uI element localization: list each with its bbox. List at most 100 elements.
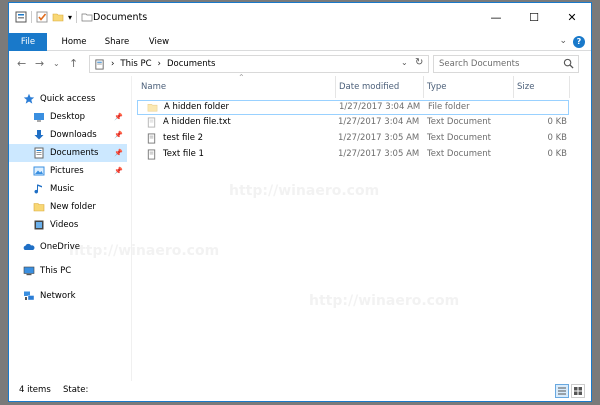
documents-icon — [34, 147, 44, 159]
text-file-icon — [147, 133, 156, 144]
folder-icon — [81, 13, 93, 22]
nav-item-pictures[interactable]: Pictures 📌 — [9, 162, 127, 180]
checkmark-icon[interactable] — [36, 11, 48, 23]
qat-dropdown-icon[interactable]: ▾ — [68, 13, 72, 22]
file-name: A hidden folder — [164, 102, 230, 112]
navigation-pane: Quick access Desktop 📌 Downloads 📌 Docum… — [9, 76, 129, 381]
star-icon — [23, 93, 35, 104]
pin-icon[interactable]: 📌 — [114, 167, 123, 175]
folder-icon — [33, 203, 45, 212]
close-button[interactable]: ✕ — [553, 3, 591, 31]
up-icon[interactable]: ↑ — [69, 57, 78, 70]
back-icon[interactable]: ← — [17, 57, 26, 70]
help-icon[interactable]: ? — [573, 36, 585, 48]
file-date: 1/27/2017 3:04 AM — [338, 117, 420, 127]
nav-item-quick-access[interactable]: Quick access — [9, 90, 127, 108]
text-file-icon — [147, 149, 156, 160]
nav-item-new-folder[interactable]: New folder — [9, 198, 127, 216]
file-row[interactable]: A hidden folder 1/27/2017 3:04 AM File f… — [137, 100, 569, 115]
nav-item-this-pc[interactable]: This PC — [9, 262, 127, 280]
quick-access-toolbar: ▾ — [15, 11, 93, 23]
search-icon — [563, 58, 574, 69]
item-count: 4 items — [19, 385, 51, 395]
file-name: Text file 1 — [163, 149, 204, 159]
pin-icon[interactable]: 📌 — [114, 113, 123, 121]
view-toggle — [555, 384, 585, 398]
properties-icon[interactable] — [15, 11, 27, 23]
ribbon-right-controls: ⌄ ? — [559, 36, 585, 48]
column-divider[interactable] — [335, 76, 336, 98]
nav-item-videos[interactable]: Videos — [9, 216, 127, 234]
file-date: 1/27/2017 3:05 AM — [338, 133, 420, 143]
state-label: State: — [63, 385, 89, 395]
column-header-type[interactable]: Type — [427, 76, 513, 98]
address-separator-icon: › — [157, 59, 161, 69]
status-bar: 4 items State: — [9, 381, 591, 401]
address-dropdown-icon[interactable]: ⌄ — [401, 58, 408, 67]
recent-locations-icon[interactable]: ⌄ — [53, 59, 60, 68]
column-header-name[interactable]: Name — [141, 76, 331, 98]
search-placeholder: Search Documents — [439, 59, 520, 69]
address-bar[interactable]: › This PC › Documents — [89, 55, 429, 73]
documents-icon — [95, 58, 104, 70]
maximize-icon: ☐ — [529, 10, 539, 24]
column-divider[interactable] — [423, 76, 424, 98]
tab-home[interactable]: Home — [55, 33, 93, 51]
download-icon — [34, 130, 44, 140]
ribbon-tabs: File Home Share View ⌄ ? — [9, 33, 591, 51]
address-separator-icon: › — [111, 59, 115, 69]
pane-splitter[interactable] — [131, 76, 132, 381]
file-row[interactable]: test file 2 1/27/2017 3:05 AM Text Docum… — [137, 132, 569, 147]
network-icon — [24, 291, 35, 301]
tab-share[interactable]: Share — [97, 33, 137, 51]
forward-icon[interactable]: → — [35, 57, 44, 70]
file-name: A hidden file.txt — [163, 117, 231, 127]
file-date: 1/27/2017 3:05 AM — [338, 149, 420, 159]
new-folder-icon[interactable] — [52, 11, 64, 23]
maximize-button[interactable]: ☐ — [515, 3, 553, 31]
tab-file[interactable]: File — [9, 33, 47, 51]
minimize-button[interactable]: — — [477, 3, 515, 31]
folder-icon — [147, 104, 158, 112]
column-header-date[interactable]: Date modified — [339, 76, 423, 98]
nav-item-desktop[interactable]: Desktop 📌 — [9, 108, 127, 126]
column-divider[interactable] — [513, 76, 514, 98]
column-header-size[interactable]: Size — [517, 76, 569, 98]
window-controls: — ☐ ✕ — [477, 3, 591, 31]
nav-item-documents[interactable]: Documents 📌 — [9, 144, 127, 162]
refresh-icon[interactable]: ↻ — [415, 57, 423, 68]
tab-view[interactable]: View — [141, 33, 177, 51]
videos-icon — [34, 220, 44, 230]
pc-icon — [23, 266, 35, 276]
nav-item-network[interactable]: Network — [9, 287, 127, 305]
address-segment[interactable]: Documents — [167, 59, 215, 69]
file-date: 1/27/2017 3:04 AM — [339, 102, 421, 112]
minimize-icon: — — [490, 10, 502, 24]
large-icons-view-button[interactable] — [571, 384, 585, 398]
text-file-icon — [147, 117, 156, 128]
onedrive-icon — [23, 243, 35, 250]
search-input[interactable]: Search Documents — [433, 55, 579, 73]
desktop-icon — [34, 113, 44, 122]
address-segment[interactable]: This PC — [120, 59, 151, 69]
file-size: 0 KB — [547, 133, 567, 143]
nav-item-onedrive[interactable]: OneDrive — [9, 238, 127, 256]
file-type: Text Document — [427, 117, 491, 127]
details-view-button[interactable] — [555, 384, 569, 398]
file-list: ⌃ Name Date modified Type Size A hidden … — [137, 73, 589, 381]
window-title: Documents — [93, 12, 148, 23]
nav-item-music[interactable]: Music — [9, 180, 127, 198]
file-size: 0 KB — [547, 149, 567, 159]
large-icons-view-icon — [574, 387, 582, 395]
file-row[interactable]: Text file 1 1/27/2017 3:05 AM Text Docum… — [137, 148, 569, 163]
expand-ribbon-icon[interactable]: ⌄ — [559, 36, 567, 48]
pin-icon[interactable]: 📌 — [114, 149, 123, 157]
close-icon: ✕ — [567, 10, 577, 24]
details-view-icon — [558, 387, 566, 395]
column-divider[interactable] — [569, 76, 570, 98]
nav-item-downloads[interactable]: Downloads 📌 — [9, 126, 127, 144]
pin-icon[interactable]: 📌 — [114, 131, 123, 139]
file-row[interactable]: A hidden file.txt 1/27/2017 3:04 AM Text… — [137, 116, 569, 131]
file-name: test file 2 — [163, 133, 204, 143]
file-size: 0 KB — [547, 117, 567, 127]
